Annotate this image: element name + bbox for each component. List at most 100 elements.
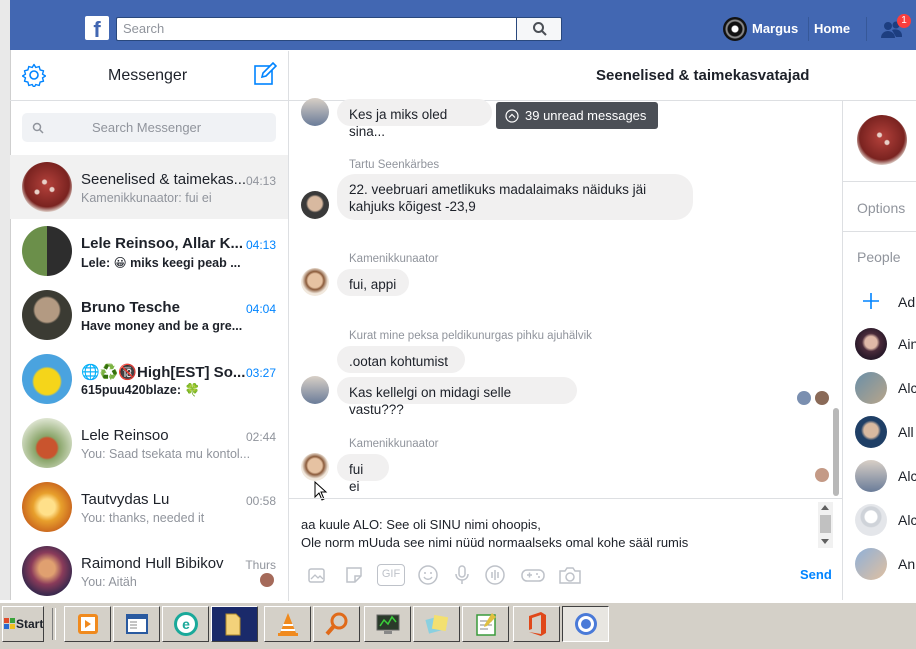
- add-person-icon[interactable]: [862, 292, 880, 310]
- taskbar-file-explorer[interactable]: [211, 606, 258, 642]
- sender-name: Kurat mine peksa peldikunurgas pihku aju…: [349, 330, 592, 342]
- conversation-time: 03:27: [245, 366, 276, 380]
- taskbar-evernote[interactable]: e: [162, 606, 209, 642]
- seen-avatar: [815, 391, 829, 405]
- sender-avatar: [301, 453, 329, 481]
- conversation-item[interactable]: Lele Reinsoo, Allar K... Lele: 😀 miks ke…: [10, 219, 288, 283]
- person-avatar[interactable]: [855, 548, 887, 580]
- person-name[interactable]: An: [898, 556, 915, 572]
- sender-name: Kamenikkunaator: [349, 438, 439, 450]
- message-input-line[interactable]: Ole norm mUuda see nimi nüüd normaalseks…: [301, 535, 688, 550]
- conversation-item[interactable]: Tautvydas Lu You: thanks, needed it 00:5…: [10, 475, 288, 539]
- conversation-item[interactable]: 🌐♻️🔞High[EST] So... 615puu420blaze: 🍀 03…: [10, 347, 288, 411]
- start-button[interactable]: Start: [2, 606, 44, 642]
- conversation-name: Bruno Tesche: [81, 299, 180, 316]
- seen-avatar: [797, 391, 811, 405]
- facebook-search-input[interactable]: Search: [116, 17, 516, 41]
- taskbar-media-player[interactable]: [64, 606, 111, 642]
- scroll-up-arrow-icon[interactable]: [821, 505, 829, 510]
- message-bubble: fui ei: [337, 454, 389, 494]
- search-placeholder: Search Messenger: [92, 120, 202, 135]
- profile-link[interactable]: Margus: [752, 21, 798, 36]
- conversation-item[interactable]: Seenelised & taimekas... Kamenikkunaator…: [10, 155, 288, 219]
- person-name[interactable]: All: [898, 424, 914, 440]
- message-bubble: Kas kellelgi on midagi selle vastu???: [337, 377, 577, 417]
- options-section[interactable]: Options: [843, 182, 916, 232]
- person-name[interactable]: Alc: [898, 380, 916, 396]
- group-avatar: [22, 354, 72, 404]
- home-link[interactable]: Home: [814, 21, 850, 36]
- conversation-info-header: [843, 100, 916, 182]
- conversation-preview: You: Aitäh: [81, 575, 137, 589]
- person-avatar[interactable]: [855, 328, 887, 360]
- photo-icon[interactable]: [306, 564, 328, 586]
- conversation-time: 04:13: [245, 174, 276, 188]
- person-name[interactable]: Ain: [898, 336, 916, 352]
- taskbar-notes[interactable]: [413, 606, 460, 642]
- taskbar-network-monitor[interactable]: [364, 606, 411, 642]
- group-avatar: [22, 162, 72, 212]
- window-icon: [126, 614, 148, 634]
- camera-icon[interactable]: [558, 564, 582, 586]
- people-label: People: [857, 249, 901, 265]
- input-scrollbar[interactable]: [818, 502, 833, 548]
- taskbar-separator: [52, 608, 56, 640]
- arrow-up-icon: [505, 109, 519, 123]
- taskbar-office[interactable]: [513, 606, 560, 642]
- taskbar-vlc[interactable]: [264, 606, 311, 642]
- conversation-item[interactable]: Bruno Tesche Have money and be a gre... …: [10, 283, 288, 347]
- conversation-time: 04:13: [245, 238, 276, 252]
- conversation-title: Seenelised & taimekasvatajad: [596, 67, 810, 84]
- conversation-name: Raimond Hull Bibikov: [81, 555, 224, 572]
- taskbar-window[interactable]: [113, 606, 160, 642]
- conversation-item[interactable]: Lele Reinsoo You: Saad tsekata mu kontol…: [10, 411, 288, 475]
- person-avatar[interactable]: [855, 504, 887, 536]
- taskbar-notepad-plus[interactable]: [462, 606, 509, 642]
- messenger-title: Messenger: [108, 67, 188, 84]
- game-icon[interactable]: [520, 564, 546, 586]
- message-bubble: 22. veebruari ametlikuks madalaimaks näi…: [337, 174, 693, 220]
- unread-messages-button[interactable]: 39 unread messages: [496, 102, 658, 129]
- conversation-time: 00:58: [245, 494, 276, 508]
- seen-avatar: [815, 468, 829, 482]
- options-label[interactable]: Options: [857, 200, 905, 216]
- contact-avatar: [22, 418, 72, 468]
- scrollbar-thumb[interactable]: [833, 408, 839, 496]
- scroll-down-arrow-icon[interactable]: [821, 539, 829, 544]
- conversation-item[interactable]: Raimond Hull Bibikov You: Aitäh Thurs: [10, 539, 288, 603]
- person-name[interactable]: Alc: [898, 468, 916, 484]
- audio-icon[interactable]: [484, 564, 506, 586]
- microphone-icon[interactable]: [451, 564, 473, 586]
- emoji-icon[interactable]: [417, 564, 439, 586]
- taskbar-chrome[interactable]: [562, 606, 609, 642]
- unread-label: 39 unread messages: [525, 108, 647, 123]
- input-scroll-thumb[interactable]: [820, 515, 831, 533]
- sticker-icon[interactable]: [343, 564, 365, 586]
- send-button[interactable]: Send: [800, 567, 832, 582]
- message-input-line[interactable]: aa kuule ALO: See oli SINU nimi ohoopis,: [301, 517, 541, 532]
- person-avatar[interactable]: [855, 416, 887, 448]
- svg-text:e: e: [182, 616, 190, 632]
- messenger-search-input[interactable]: Search Messenger: [22, 113, 276, 142]
- settings-gear-icon[interactable]: [22, 63, 46, 87]
- person-avatar[interactable]: [855, 460, 887, 492]
- facebook-search-button[interactable]: [516, 17, 562, 41]
- conversation-name: Lele Reinsoo, Allar K...: [81, 235, 243, 252]
- compose-icon[interactable]: [253, 62, 277, 86]
- person-name[interactable]: Alc: [898, 512, 916, 528]
- user-avatar[interactable]: [723, 17, 747, 41]
- conversation-name: Tautvydas Lu: [81, 491, 170, 508]
- taskbar-search-app[interactable]: [313, 606, 360, 642]
- message-line: 22. veebruari ametlikuks madalaimaks näi…: [349, 182, 647, 197]
- conversation-name: Seenelised & taimekas...: [81, 171, 246, 188]
- add-people-label[interactable]: Ad: [898, 294, 915, 310]
- group-avatar: [22, 226, 72, 276]
- contact-avatar: [22, 290, 72, 340]
- gif-icon[interactable]: GIF: [377, 564, 405, 586]
- sender-name: Tartu Seenkärbes: [349, 159, 440, 171]
- vlc-cone-icon: [278, 613, 298, 636]
- person-avatar[interactable]: [855, 372, 887, 404]
- seen-avatar: [260, 573, 274, 587]
- facebook-logo[interactable]: f: [85, 16, 109, 42]
- contact-avatar: [22, 546, 72, 596]
